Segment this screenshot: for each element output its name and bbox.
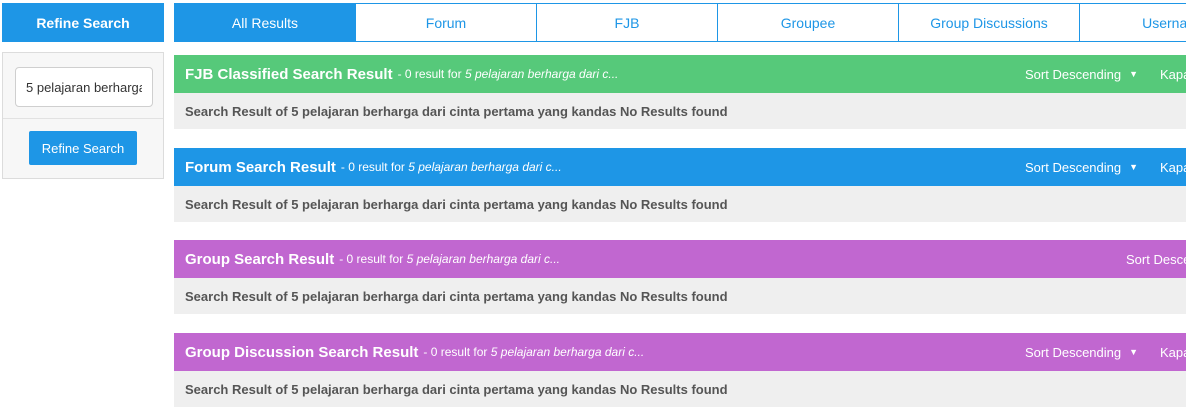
extra-filter[interactable]: Kapa [1160, 345, 1186, 360]
result-tabs: All Results Forum FJB Groupee Group Disc… [174, 3, 1186, 42]
tab-group-discussions[interactable]: Group Discussions [899, 4, 1080, 41]
sort-dropdown[interactable]: Sort Desce [1126, 252, 1186, 267]
refine-panel: Refine Search [2, 52, 164, 179]
sort-dropdown[interactable]: Sort Descending ▼ [1025, 67, 1138, 82]
tab-username[interactable]: Usernam [1080, 4, 1186, 41]
forum-result-section: Forum Search Result - 0 result for 5 pel… [174, 148, 1186, 222]
result-query: 5 pelajaran berharga dari c... [408, 160, 562, 174]
result-count: - 0 result for 5 pelajaran berharga dari… [340, 160, 562, 174]
group-result-section: Group Search Result - 0 result for 5 pel… [174, 240, 1186, 314]
section-title: Forum Search Result [185, 158, 336, 176]
sort-dropdown[interactable]: Sort Descending ▼ [1025, 345, 1138, 360]
result-count: - 0 result for 5 pelajaran berharga dari… [397, 67, 619, 81]
tab-fjb[interactable]: FJB [537, 4, 718, 41]
fjb-result-header: FJB Classified Search Result - 0 result … [174, 55, 1186, 93]
tab-groupee[interactable]: Groupee [718, 4, 899, 41]
caret-down-icon: ▼ [1129, 162, 1139, 172]
no-results-message: Search Result of 5 pelajaran berharga da… [174, 186, 1186, 222]
no-results-message: Search Result of 5 pelajaran berharga da… [174, 371, 1186, 407]
result-count: - 0 result for 5 pelajaran berharga dari… [423, 345, 645, 359]
section-title: FJB Classified Search Result [185, 65, 393, 83]
refine-search-button[interactable]: Refine Search [29, 131, 137, 165]
result-query: 5 pelajaran berharga dari c... [464, 67, 619, 81]
no-results-message: Search Result of 5 pelajaran berharga da… [174, 93, 1186, 129]
group-result-header: Group Search Result - 0 result for 5 pel… [174, 240, 1186, 278]
search-input-wrapper [3, 53, 163, 119]
caret-down-icon: ▼ [1129, 69, 1139, 79]
extra-filter[interactable]: Kapa [1160, 160, 1186, 175]
group-discussion-result-section: Group Discussion Search Result - 0 resul… [174, 333, 1186, 407]
refine-search-title: Refine Search [2, 3, 164, 42]
tab-all-results[interactable]: All Results [175, 4, 356, 41]
result-count: - 0 result for 5 pelajaran berharga dari… [339, 252, 560, 266]
tab-forum[interactable]: Forum [356, 4, 537, 41]
caret-down-icon: ▼ [1129, 347, 1139, 357]
fjb-result-section: FJB Classified Search Result - 0 result … [174, 55, 1186, 129]
result-query: 5 pelajaran berharga dari c... [406, 252, 560, 266]
extra-filter[interactable]: Kapa [1160, 67, 1186, 82]
section-title: Group Search Result [185, 250, 335, 268]
forum-result-header: Forum Search Result - 0 result for 5 pel… [174, 148, 1186, 186]
result-query: 5 pelajaran berharga dari c... [490, 345, 645, 359]
refine-button-wrapper: Refine Search [3, 119, 163, 178]
section-title: Group Discussion Search Result [185, 343, 419, 361]
search-input[interactable] [15, 67, 153, 107]
refine-sidebar: Refine Search Refine Search [2, 3, 164, 179]
no-results-message: Search Result of 5 pelajaran berharga da… [174, 278, 1186, 314]
sort-dropdown[interactable]: Sort Descending ▼ [1025, 160, 1138, 175]
group-discussion-result-header: Group Discussion Search Result - 0 resul… [174, 333, 1186, 371]
